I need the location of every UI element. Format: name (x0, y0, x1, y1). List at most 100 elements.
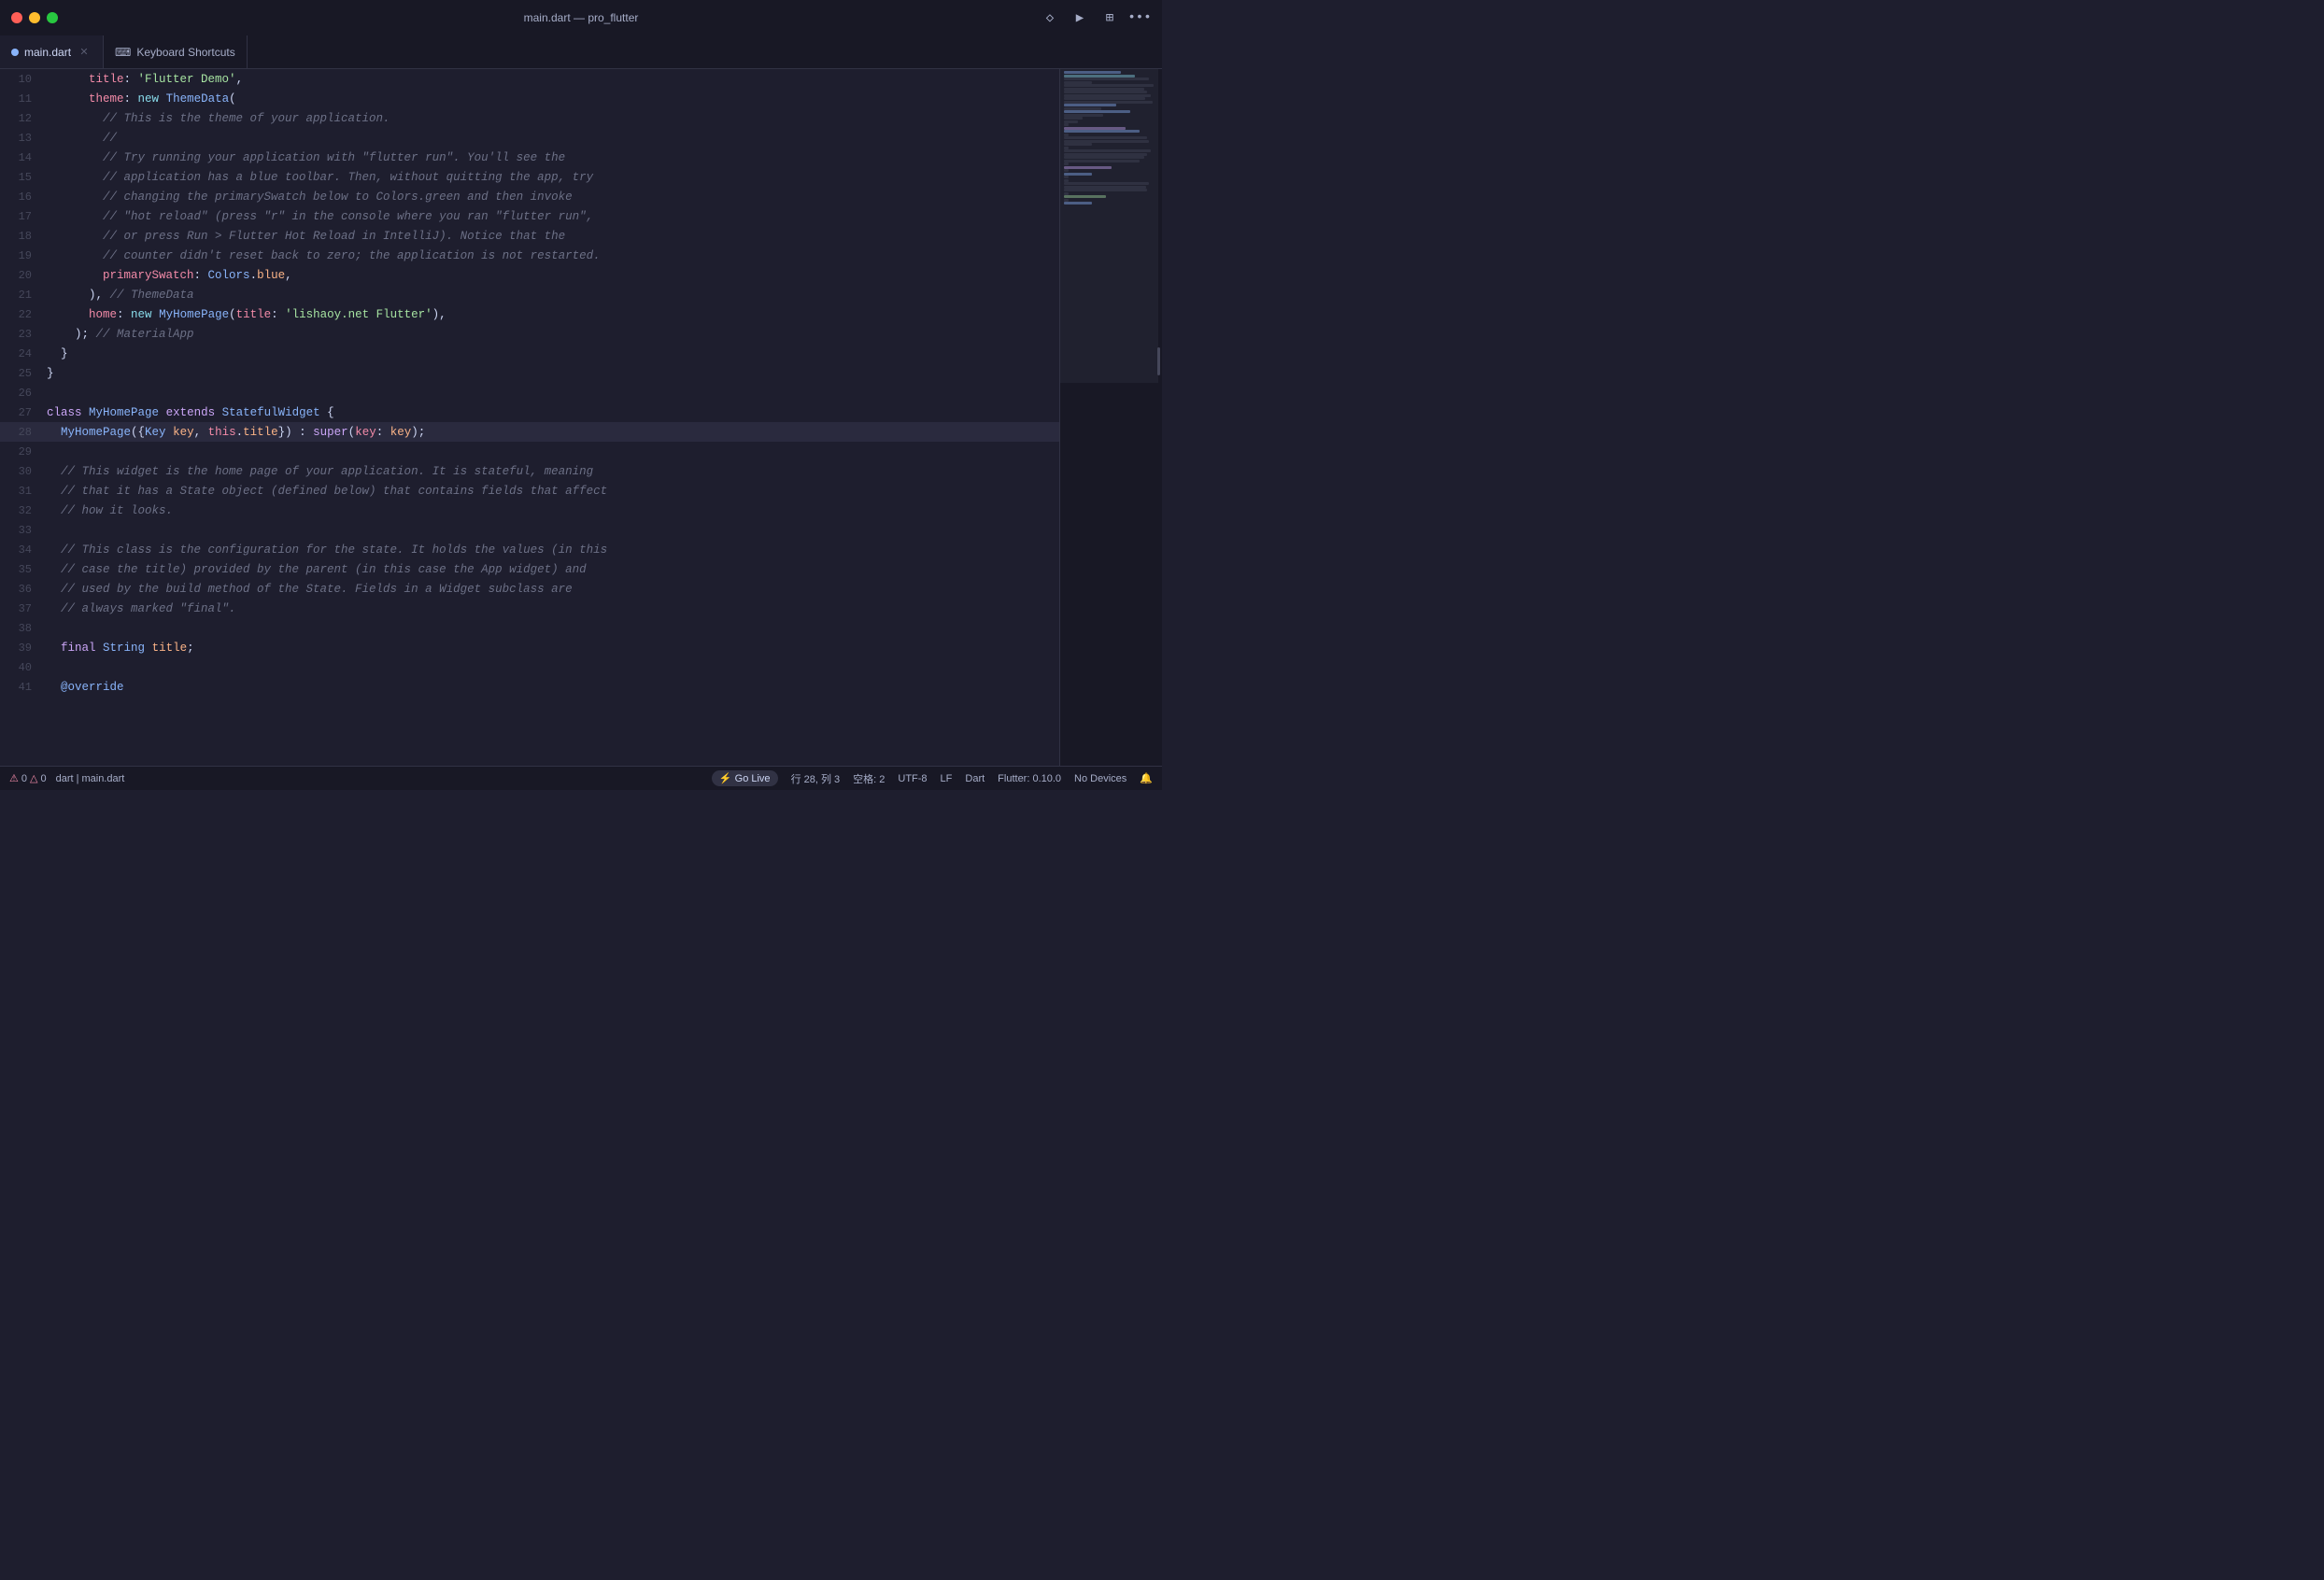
more-actions-button[interactable]: ••• (1127, 7, 1153, 29)
line-code[interactable]: final String title; (47, 638, 1059, 657)
line-code[interactable]: // changing the primarySwatch below to C… (47, 187, 1059, 206)
dart-file-icon (11, 49, 19, 56)
line-code[interactable]: // This widget is the home page of your … (47, 461, 1059, 481)
line-number: 27 (0, 402, 47, 422)
line-code[interactable]: // "hot reload" (press "r" in the consol… (47, 206, 1059, 226)
status-flutter[interactable]: Flutter: 0.10.0 (998, 773, 1061, 784)
title-bar-actions: ◇ ▶ ⊞ ••• (1037, 7, 1153, 29)
status-language[interactable]: Dart (965, 773, 985, 784)
split-editor-button[interactable]: ⊞ (1097, 7, 1123, 29)
line-number: 36 (0, 579, 47, 599)
line-code[interactable]: // used by the build method of the State… (47, 579, 1059, 599)
go-live-button[interactable]: ⚡ Go Live (712, 770, 778, 786)
line-number: 35 (0, 559, 47, 579)
code-line-20: 20 primarySwatch: Colors.blue, (0, 265, 1059, 285)
status-errors[interactable]: ⚠ 0 △ 0 (9, 772, 47, 784)
minimap[interactable] (1059, 69, 1162, 766)
code-line-11: 11 theme: new ThemeData( (0, 89, 1059, 108)
line-number: 41 (0, 677, 47, 697)
code-line-40: 40 (0, 657, 1059, 677)
code-line-18: 18 // or press Run > Flutter Hot Reload … (0, 226, 1059, 246)
line-code[interactable]: } (47, 344, 1059, 363)
line-code[interactable]: ), // ThemeData (47, 285, 1059, 304)
status-line-ending[interactable]: LF (941, 773, 953, 784)
line-code[interactable]: // how it looks. (47, 501, 1059, 520)
line-code[interactable]: home: new MyHomePage(title: 'lishaoy.net… (47, 304, 1059, 324)
line-code[interactable]: primarySwatch: Colors.blue, (47, 265, 1059, 285)
line-code[interactable]: // This is the theme of your application… (47, 108, 1059, 128)
line-code[interactable] (47, 618, 1059, 638)
code-line-15: 15 // application has a blue toolbar. Th… (0, 167, 1059, 187)
code-line-27: 27 class MyHomePage extends StatefulWidg… (0, 402, 1059, 422)
status-bell[interactable]: 🔔 (1140, 772, 1153, 784)
code-scroll-area[interactable]: 10 title: 'Flutter Demo', 11 theme: new … (0, 69, 1059, 766)
code-line-21: 21 ), // ThemeData (0, 285, 1059, 304)
line-number: 19 (0, 246, 47, 265)
run-button[interactable]: ▶ (1067, 7, 1093, 29)
code-line-30: 30 // This widget is the home page of yo… (0, 461, 1059, 481)
line-code[interactable] (47, 442, 1059, 461)
tab-main-dart[interactable]: main.dart ✕ (0, 35, 104, 68)
window-title: main.dart — pro_flutter (524, 11, 639, 24)
minimize-button[interactable] (29, 12, 40, 23)
code-line-32: 32 // how it looks. (0, 501, 1059, 520)
line-code[interactable]: class MyHomePage extends StatefulWidget … (47, 402, 1059, 422)
code-line-36: 36 // used by the build method of the St… (0, 579, 1059, 599)
line-code[interactable]: // case the title) provided by the paren… (47, 559, 1059, 579)
line-code[interactable]: @override (47, 677, 1059, 697)
line-code[interactable]: ); // MaterialApp (47, 324, 1059, 344)
code-table: 10 title: 'Flutter Demo', 11 theme: new … (0, 69, 1059, 697)
minimap-scrollbar[interactable] (1157, 347, 1160, 375)
line-number: 40 (0, 657, 47, 677)
line-code[interactable] (47, 520, 1059, 540)
line-code[interactable]: // or press Run > Flutter Hot Reload in … (47, 226, 1059, 246)
line-code[interactable]: // This class is the configuration for t… (47, 540, 1059, 559)
source-control-icon[interactable]: ◇ (1037, 7, 1063, 29)
status-spaces[interactable]: 空格: 2 (853, 771, 885, 786)
line-code[interactable]: MyHomePage({Key key, this.title}) : supe… (47, 422, 1059, 442)
code-line-24: 24 } (0, 344, 1059, 363)
keyboard-icon: ⌨ (115, 46, 131, 59)
flutter-version-text: Flutter: 0.10.0 (998, 773, 1061, 784)
line-number: 26 (0, 383, 47, 402)
line-code[interactable]: } (47, 363, 1059, 383)
line-number: 15 (0, 167, 47, 187)
line-number: 18 (0, 226, 47, 246)
title-bar: main.dart — pro_flutter ◇ ▶ ⊞ ••• (0, 0, 1162, 35)
line-number: 16 (0, 187, 47, 206)
code-line-37: 37 // always marked "final". (0, 599, 1059, 618)
line-code[interactable]: // (47, 128, 1059, 148)
line-code[interactable]: // that it has a State object (defined b… (47, 481, 1059, 501)
status-devices[interactable]: No Devices (1074, 773, 1127, 784)
code-line-29: 29 (0, 442, 1059, 461)
line-code[interactable]: // always marked "final". (47, 599, 1059, 618)
status-dart-info[interactable]: dart | main.dart (56, 773, 125, 784)
line-code[interactable] (47, 383, 1059, 402)
line-number: 39 (0, 638, 47, 657)
line-number: 13 (0, 128, 47, 148)
line-code[interactable]: theme: new ThemeData( (47, 89, 1059, 108)
line-code[interactable]: // application has a blue toolbar. Then,… (47, 167, 1059, 187)
status-bar: ⚠ 0 △ 0 dart | main.dart ⚡ Go Live 行 28,… (0, 766, 1162, 790)
warning-count: 0 (40, 773, 46, 784)
status-left: ⚠ 0 △ 0 dart | main.dart (9, 772, 124, 784)
encoding-text: UTF-8 (898, 773, 927, 784)
line-number: 23 (0, 324, 47, 344)
code-line-17: 17 // "hot reload" (press "r" in the con… (0, 206, 1059, 226)
code-editor[interactable]: 10 title: 'Flutter Demo', 11 theme: new … (0, 69, 1059, 766)
tab-close-button[interactable]: ✕ (77, 45, 92, 60)
line-code[interactable]: // counter didn't reset back to zero; th… (47, 246, 1059, 265)
maximize-button[interactable] (47, 12, 58, 23)
line-ending-text: LF (941, 773, 953, 784)
traffic-lights (11, 12, 58, 23)
line-code[interactable] (47, 657, 1059, 677)
file-info-text: main.dart (81, 773, 124, 784)
tab-keyboard-shortcuts[interactable]: ⌨ Keyboard Shortcuts (104, 35, 248, 68)
line-number: 34 (0, 540, 47, 559)
status-position[interactable]: 行 28, 列 3 (791, 771, 841, 786)
line-code[interactable]: title: 'Flutter Demo', (47, 69, 1059, 89)
line-code[interactable]: // Try running your application with "fl… (47, 148, 1059, 167)
close-button[interactable] (11, 12, 22, 23)
status-encoding[interactable]: UTF-8 (898, 773, 927, 784)
line-number: 29 (0, 442, 47, 461)
